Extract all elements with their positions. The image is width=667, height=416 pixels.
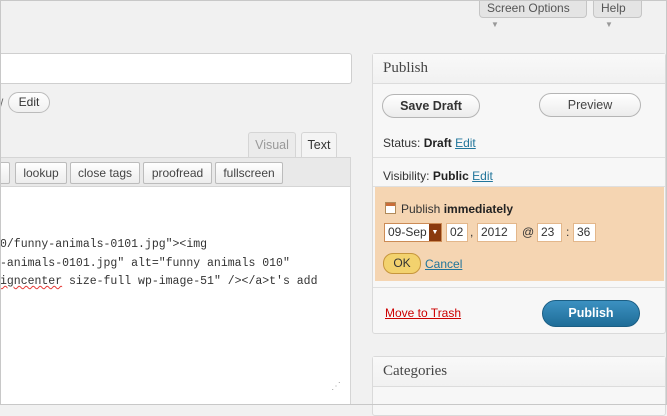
publish-box-title: Publish bbox=[373, 54, 665, 84]
tab-visual[interactable]: Visual bbox=[248, 132, 296, 158]
minute-input[interactable]: 36 bbox=[573, 223, 596, 242]
divider bbox=[373, 157, 665, 158]
content-textarea[interactable] bbox=[0, 187, 351, 405]
save-draft-button[interactable]: Save Draft bbox=[382, 94, 480, 118]
chevron-down-icon: ▼ bbox=[605, 20, 613, 29]
chevron-down-icon: ▼ bbox=[429, 224, 441, 241]
cancel-link[interactable]: Cancel bbox=[425, 257, 462, 271]
proofread-button[interactable]: proofread bbox=[143, 162, 212, 184]
screen-options-tab[interactable]: Screen Options ▼ bbox=[479, 0, 587, 29]
code-line-rest: size-full wp-image-51" /></a>t's add bbox=[62, 275, 318, 288]
hour-input[interactable]: 23 bbox=[537, 223, 562, 242]
move-to-trash-link[interactable]: Move to Trash bbox=[385, 306, 461, 320]
code-line: igncenter size-full wp-image-51" /></a>t… bbox=[0, 275, 317, 288]
publish-button[interactable]: Publish bbox=[542, 300, 640, 327]
categories-box: Categories bbox=[372, 356, 666, 416]
help-label: Help bbox=[601, 1, 626, 15]
permalink-slash: / bbox=[0, 96, 4, 110]
visibility-label: Visibility: bbox=[383, 169, 430, 183]
post-visibility: Visibility: Public Edit bbox=[383, 169, 493, 183]
edit-slug-button[interactable]: Edit bbox=[8, 92, 50, 113]
close-tags-button[interactable]: close tags bbox=[70, 162, 140, 184]
edit-status-link[interactable]: Edit bbox=[455, 136, 476, 150]
misspelled-word: igncenter bbox=[0, 275, 63, 288]
categories-box-title[interactable]: Categories bbox=[373, 357, 665, 387]
lookup-button[interactable]: lookup bbox=[15, 162, 67, 184]
schedule-label: Publish bbox=[401, 202, 441, 216]
month-value: 09-Sep bbox=[388, 225, 427, 239]
fullscreen-button[interactable]: fullscreen bbox=[215, 162, 283, 184]
time-colon: : bbox=[566, 225, 570, 239]
date-comma: , bbox=[470, 225, 474, 239]
post-status: Status: Draft Edit bbox=[383, 136, 476, 150]
day-input[interactable]: 02 bbox=[446, 223, 468, 242]
preview-button[interactable]: Preview bbox=[539, 93, 641, 117]
status-value: Draft bbox=[423, 136, 452, 150]
year-input[interactable]: 2012 bbox=[477, 223, 517, 242]
tab-text[interactable]: Text bbox=[301, 132, 337, 158]
calendar-icon bbox=[385, 202, 396, 214]
schedule-value: immediately bbox=[443, 202, 514, 216]
visibility-value: Public bbox=[432, 169, 469, 183]
divider bbox=[373, 287, 665, 288]
status-label: Status: bbox=[383, 136, 421, 150]
help-tab[interactable]: Help ▼ bbox=[593, 0, 642, 29]
code-line: 0/funny-animals-0101.jpg"><img bbox=[0, 238, 208, 251]
at-sign: @ bbox=[522, 225, 535, 239]
edit-visibility-link[interactable]: Edit bbox=[472, 169, 493, 183]
post-title-input[interactable] bbox=[0, 53, 352, 84]
code-line: -animals-0101.jpg" alt="funny animals 01… bbox=[0, 257, 290, 270]
screen-options-label: Screen Options bbox=[487, 1, 570, 15]
ok-button[interactable]: OK bbox=[383, 253, 421, 274]
chevron-down-icon: ▼ bbox=[491, 20, 499, 29]
quicktag-button[interactable] bbox=[0, 162, 10, 184]
month-select[interactable]: 09-Sep ▼ bbox=[384, 223, 442, 242]
schedule-text: Publish immediately bbox=[401, 202, 513, 216]
resize-handle-icon[interactable]: ⋰ bbox=[331, 381, 341, 392]
